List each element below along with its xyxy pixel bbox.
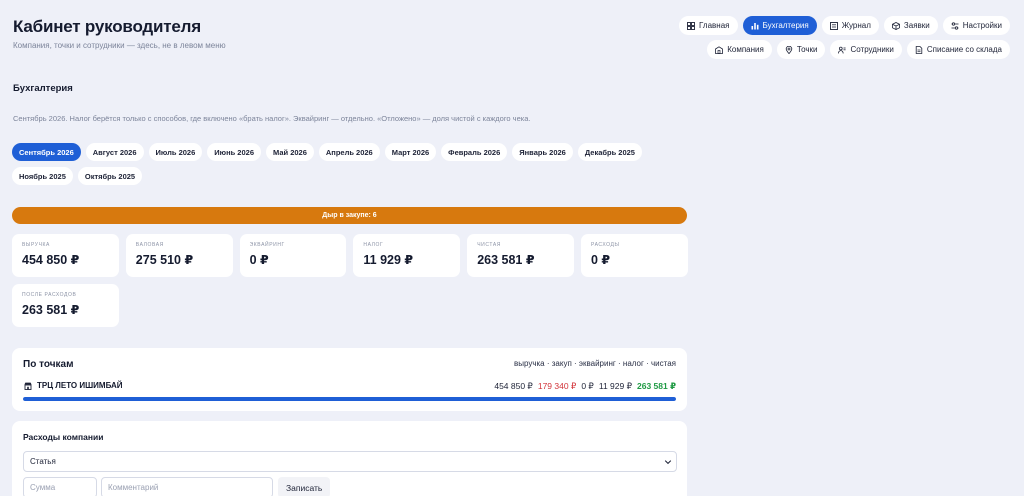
stat-card-acquiring: ЭКВАЙРИНГ 0 ₽ <box>239 234 347 277</box>
comment-placeholder: Комментарий <box>108 483 159 492</box>
grid-icon <box>687 21 695 30</box>
page-subtitle: Компания, точки и сотрудники — здесь, не… <box>13 41 226 50</box>
nav-employees[interactable]: Сотрудники <box>830 40 902 59</box>
stat-card-tax: НАЛОГ 11 929 ₽ <box>353 234 461 277</box>
alert-text: Дыр в закупе: 6 <box>322 212 377 219</box>
stat-label: ЧИСТАЯ <box>477 242 501 248</box>
submit-expense-button[interactable]: Записать <box>278 477 331 496</box>
section-description: Сентябрь 2026. Налог берётся только с сп… <box>13 114 531 123</box>
expenses-title: Расходы компании <box>23 432 104 442</box>
month-tab[interactable]: Июнь 2026 <box>207 143 261 161</box>
nav-home-label: Главная <box>699 21 730 30</box>
stat-card-revenue: ВЫРУЧКА 454 850 ₽ <box>12 234 119 277</box>
stat-value: 275 510 ₽ <box>135 253 194 267</box>
month-tab[interactable]: Июль 2026 <box>148 143 203 161</box>
bar-chart-icon <box>751 22 758 29</box>
month-tab[interactable]: Апрель 2026 <box>318 143 380 161</box>
stat-value: 263 581 ₽ <box>22 303 80 317</box>
nav-requests-label: Заявки <box>903 21 930 30</box>
stat-value: 263 581 ₽ <box>477 253 535 267</box>
points-card: По точкам выручка · закуп · эквайринг · … <box>12 348 687 411</box>
stat-label: ЭКВАЙРИНГ <box>249 242 285 248</box>
list-icon <box>829 21 838 30</box>
stat-value: 11 929 ₽ <box>363 253 414 267</box>
nav-requests[interactable]: Заявки <box>883 16 938 35</box>
stat-card-gross: ВАЛОВАЯ 275 510 ₽ <box>125 234 233 277</box>
nav-points[interactable]: Точки <box>776 40 826 59</box>
month-tab[interactable]: Декабрь 2025 <box>577 143 642 161</box>
stat-label: РАСХОДЫ <box>590 242 620 248</box>
stat-card-net: ЧИСТАЯ 263 581 ₽ <box>467 234 574 277</box>
nav-journal[interactable]: Журнал <box>821 16 879 35</box>
points-legend: выручка · закуп · эквайринг · налог · чи… <box>513 359 676 368</box>
points-title: По точкам <box>23 359 74 370</box>
point-net: 263 581 ₽ <box>636 381 676 391</box>
month-tab[interactable]: Февраль 2026 <box>441 143 508 161</box>
month-tab[interactable]: Январь 2026 <box>512 143 573 161</box>
purchase-gaps-alert: Дыр в закупе: 6 <box>12 207 687 224</box>
month-tab[interactable]: Ноябрь 2025 <box>12 167 73 185</box>
amount-placeholder: Сумма <box>30 483 56 492</box>
nav-journal-label: Журнал <box>841 21 871 30</box>
nav-accounting[interactable]: Бухгалтерия <box>742 16 817 35</box>
stat-value: 0 ₽ <box>590 253 611 267</box>
month-selector: Сентябрь 2026 Август 2026 Июль 2026 Июнь… <box>12 143 692 185</box>
month-tab[interactable]: Август 2026 <box>85 143 144 161</box>
nav-settings-label: Настройки <box>962 21 1002 30</box>
top-nav: Главная Бухгалтерия Журнал Заявки Настро… <box>679 16 1010 35</box>
sliders-icon <box>951 21 959 30</box>
nav-company[interactable]: Компания <box>707 40 772 59</box>
page-title: Кабинет руководителя <box>13 17 201 36</box>
sub-nav: Компания Точки Сотрудники Списание со ск… <box>707 40 1010 59</box>
stat-label: НАЛОГ <box>363 242 384 248</box>
point-progress-bar <box>23 397 676 401</box>
stat-card-after-expenses: ПОСЛЕ РАСХОДОВ 263 581 ₽ <box>12 284 119 327</box>
point-progress-fill <box>23 397 676 401</box>
nav-company-label: Компания <box>727 45 764 54</box>
nav-write-off-label: Списание со склада <box>926 45 1002 54</box>
expense-category-value: Статья <box>30 457 56 466</box>
point-acquiring: 0 ₽ <box>581 381 594 391</box>
nav-accounting-label: Бухгалтерия <box>762 21 809 30</box>
company-expenses-card: Расходы компании Статья Сумма Комментари… <box>12 421 687 496</box>
stat-label: ВЫРУЧКА <box>22 242 50 248</box>
month-tab[interactable]: Сентябрь 2026 <box>12 143 81 161</box>
document-icon <box>915 45 923 54</box>
amount-input[interactable]: Сумма <box>23 477 97 496</box>
stat-card-expenses: РАСХОДЫ 0 ₽ <box>580 234 688 277</box>
nav-settings[interactable]: Настройки <box>942 16 1010 35</box>
stat-label: ВАЛОВАЯ <box>135 242 164 248</box>
nav-points-label: Точки <box>796 45 818 54</box>
building-icon <box>715 45 724 54</box>
store-icon <box>24 382 32 390</box>
comment-input[interactable]: Комментарий <box>101 477 273 496</box>
point-tax: 11 929 ₽ <box>598 381 632 391</box>
stat-label: ПОСЛЕ РАСХОДОВ <box>22 292 77 298</box>
point-values: 454 850 ₽ 179 340 ₽ 0 ₽ 11 929 ₽ 263 581… <box>494 381 676 392</box>
stats-grid: ВЫРУЧКА 454 850 ₽ ВАЛОВАЯ 275 510 ₽ ЭКВА… <box>12 234 692 327</box>
point-revenue: 454 850 ₽ <box>494 381 533 391</box>
map-pin-icon <box>785 45 793 54</box>
point-purchase: 179 340 ₽ <box>537 381 577 391</box>
month-tab[interactable]: Октябрь 2025 <box>77 167 143 185</box>
month-tab[interactable]: Май 2026 <box>266 143 314 161</box>
stat-value: 0 ₽ <box>249 253 269 267</box>
expense-category-select[interactable]: Статья <box>23 451 677 472</box>
box-icon <box>892 21 900 30</box>
nav-write-off[interactable]: Списание со склада <box>906 40 1010 59</box>
month-tab[interactable]: Март 2026 <box>384 143 437 161</box>
stat-value: 454 850 ₽ <box>22 253 80 267</box>
section-title: Бухгалтерия <box>13 83 73 94</box>
nav-home[interactable]: Главная <box>679 16 738 35</box>
chevron-down-icon <box>664 460 672 465</box>
nav-employees-label: Сотрудники <box>850 45 894 54</box>
users-icon <box>838 46 847 53</box>
point-name[interactable]: ТРЦ ЛЕТО ИШИМБАЙ <box>37 381 123 390</box>
